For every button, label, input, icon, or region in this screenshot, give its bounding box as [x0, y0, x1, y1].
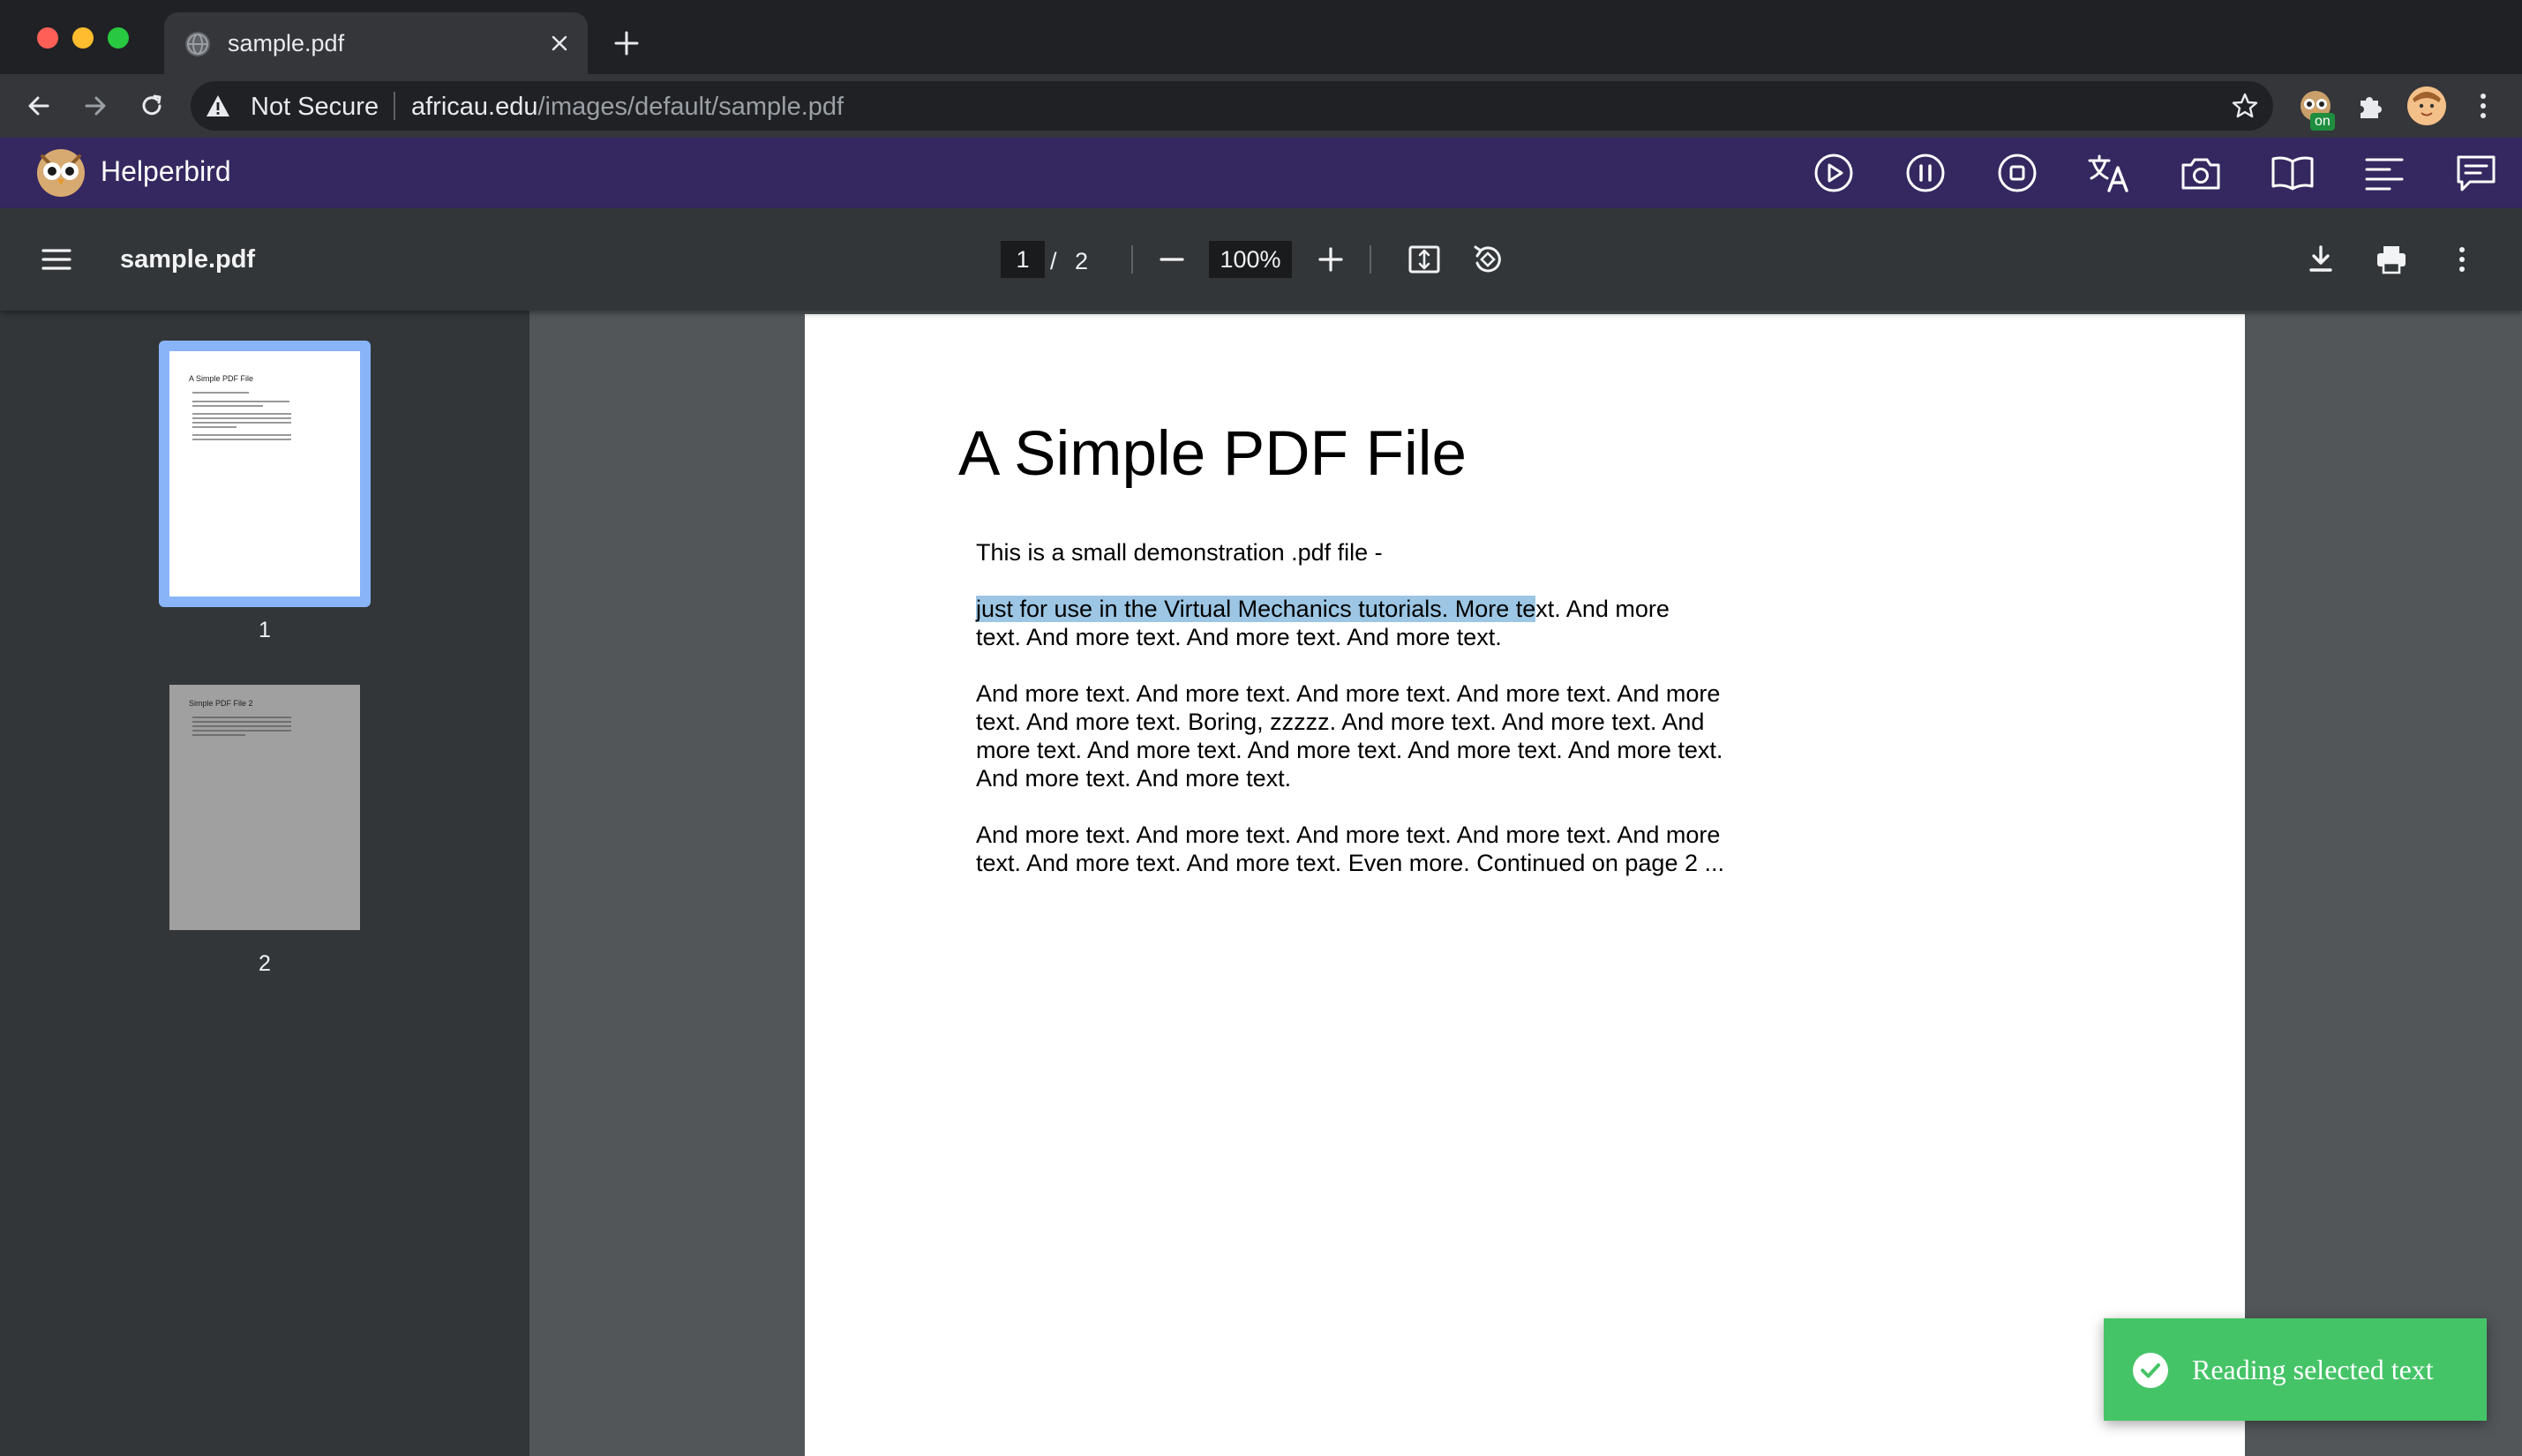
- hb-align-button[interactable]: [2361, 152, 2407, 194]
- thumbnail-text-line: [192, 405, 263, 407]
- tab-title: sample.pdf: [228, 30, 345, 56]
- thumbnail-text-line: [192, 392, 249, 394]
- paragraph-2: just for use in the Virtual Mechanics tu…: [976, 595, 1770, 651]
- translate-icon: [2088, 154, 2128, 192]
- thumbnail-text-line: [192, 413, 291, 415]
- address-bar[interactable]: Not Secure africau.edu/images/default/sa…: [191, 81, 2273, 131]
- hb-pause-button[interactable]: [1903, 152, 1948, 194]
- thumbnail-text-line: [192, 426, 236, 428]
- warning-icon: [206, 95, 229, 116]
- profile-avatar[interactable]: [2407, 86, 2446, 125]
- document-viewport[interactable]: A Simple PDF File This is a small demons…: [529, 311, 2522, 1456]
- browser-tab[interactable]: sample.pdf: [164, 12, 588, 74]
- thumbnail-text-line: [192, 401, 289, 402]
- zoom-out-icon[interactable]: [1154, 242, 1190, 277]
- thumbnail-label-1: 1: [259, 618, 271, 642]
- thumbnail-label-2: 2: [259, 951, 271, 976]
- print-icon[interactable]: [2374, 242, 2409, 277]
- comment-icon: [2457, 155, 2496, 191]
- omnibox-divider: [394, 92, 395, 120]
- reload-icon: [142, 94, 161, 116]
- page-separator: /: [1050, 248, 1057, 274]
- toolbar-divider: [1370, 245, 1371, 274]
- more-actions-icon[interactable]: [2444, 242, 2480, 277]
- close-tab-icon[interactable]: [544, 27, 575, 59]
- security-label[interactable]: Not Secure: [251, 93, 379, 122]
- hb-stop-button[interactable]: [1994, 152, 2040, 194]
- thumbnail-text-line: [192, 434, 291, 436]
- hb-feedback-button[interactable]: [2453, 152, 2499, 194]
- helperbird-logo-icon: [37, 149, 85, 197]
- document-title: A Simple PDF File: [958, 419, 1467, 489]
- browser-menu-icon[interactable]: [2466, 88, 2501, 124]
- pause-icon: [1906, 154, 1945, 192]
- plus-icon: [614, 31, 639, 56]
- thumbnail-text-line: [192, 717, 291, 718]
- thumbnail-text-line: [192, 439, 291, 440]
- paragraph-2-line-2: text. And more text. And more text. And …: [976, 624, 1502, 650]
- download-icon[interactable]: [2303, 242, 2338, 277]
- maximize-window-button[interactable]: [108, 27, 129, 49]
- toast-message: Reading selected text: [2192, 1354, 2434, 1385]
- page-number-input[interactable]: 1: [1001, 241, 1045, 278]
- thumbnail-mini-title: Simple PDF File 2: [189, 699, 253, 708]
- thumbnail-text-line: [192, 734, 245, 736]
- check-circle-icon: [2133, 1353, 2168, 1388]
- reload-button[interactable]: [134, 88, 169, 124]
- url-host: africau.edu: [411, 93, 538, 121]
- extension-on-badge: on: [2310, 113, 2335, 131]
- hamburger-menu-icon[interactable]: [39, 242, 74, 277]
- globe-icon: [185, 32, 210, 56]
- pdf-toolbar: sample.pdf 1 / 2 100%: [0, 208, 2522, 311]
- toolbar-divider: [1131, 245, 1133, 274]
- hb-play-button[interactable]: [1811, 152, 1857, 194]
- align-left-icon: [2365, 158, 2404, 191]
- hb-reader-button[interactable]: [2270, 152, 2316, 194]
- back-button[interactable]: [21, 88, 56, 124]
- camera-icon: [2181, 158, 2220, 190]
- hb-translate-button[interactable]: [2086, 152, 2132, 194]
- reading-toast: Reading selected text: [2104, 1318, 2487, 1421]
- thumbnail-text-line: [192, 725, 291, 727]
- arrow-left-icon: [28, 96, 49, 116]
- hb-screenshot-button[interactable]: [2178, 152, 2224, 194]
- forward-button[interactable]: [78, 88, 113, 124]
- url-text[interactable]: africau.edu/images/default/sample.pdf: [411, 93, 844, 122]
- thumbnail-text-line: [192, 422, 291, 424]
- new-tab-button[interactable]: [609, 26, 644, 61]
- rotate-icon[interactable]: [1470, 242, 1505, 277]
- arrow-right-icon: [85, 96, 106, 116]
- helperbird-toolbar: Helperbird: [0, 138, 2522, 208]
- helperbird-name: Helperbird: [101, 155, 231, 187]
- bookmark-star-icon[interactable]: [2231, 92, 2259, 120]
- browser-toolbar: Not Secure africau.edu/images/default/sa…: [0, 74, 2522, 138]
- paragraph-2-line-1: just for use in the Virtual Mechanics tu…: [976, 596, 1670, 622]
- extensions-puzzle-icon[interactable]: [2353, 88, 2388, 124]
- thumbnail-text-line: [192, 721, 291, 723]
- url-path: /images/default/sample.pdf: [537, 93, 844, 121]
- paragraph-3: And more text. And more text. And more t…: [976, 680, 1723, 792]
- page-total: 2: [1075, 248, 1089, 274]
- pdf-page[interactable]: A Simple PDF File This is a small demons…: [805, 314, 2245, 1456]
- thumbnail-mini-title: A Simple PDF File: [189, 374, 254, 383]
- thumbnail-text-line: [192, 417, 291, 419]
- thumbnail-sidebar: A Simple PDF File 1 Simple PDF File 2 2: [0, 311, 529, 1456]
- minimize-window-button[interactable]: [72, 27, 94, 49]
- zoom-in-icon[interactable]: [1313, 242, 1348, 277]
- page-thumbnail-1[interactable]: A Simple PDF File: [169, 351, 360, 597]
- paragraph-1: This is a small demonstration .pdf file …: [976, 539, 1383, 566]
- book-icon: [2271, 156, 2314, 191]
- zoom-level-input[interactable]: 100%: [1209, 241, 1292, 278]
- close-window-button[interactable]: [37, 27, 58, 49]
- selected-text-highlight[interactable]: just for use in the Virtual Mechanics tu…: [976, 596, 1536, 622]
- thumbnail-text-line: [192, 730, 291, 732]
- page-thumbnail-2[interactable]: Simple PDF File 2: [169, 685, 360, 930]
- pdf-file-name: sample.pdf: [120, 245, 256, 274]
- paragraph-4: And more text. And more text. And more t…: [976, 822, 1724, 876]
- face-icon: [2407, 86, 2446, 125]
- stop-icon: [1998, 154, 2037, 192]
- fit-to-page-icon[interactable]: [1407, 242, 1442, 277]
- tab-strip: sample.pdf: [0, 0, 2522, 74]
- play-icon: [1814, 154, 1853, 192]
